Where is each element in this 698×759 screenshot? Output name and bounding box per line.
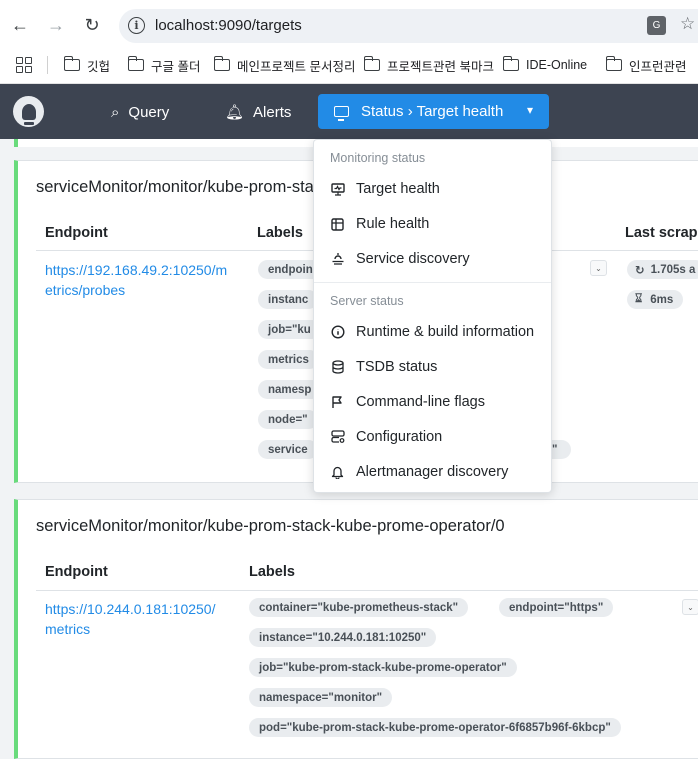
expand-labels-button[interactable]: ⌄ (682, 599, 698, 615)
site-info-icon[interactable]: i (128, 17, 145, 34)
back-arrow-icon[interactable]: ← (9, 14, 31, 36)
menu-item-configuration[interactable]: Configuration (314, 422, 551, 452)
table-icon (330, 217, 345, 232)
info-circle-icon (330, 325, 345, 340)
label-badge: metrics (258, 350, 319, 369)
label-badge: namesp (258, 380, 322, 399)
folder-icon (127, 56, 144, 71)
target-pool-title[interactable]: serviceMonitor/monitor/kube-prom-sta (36, 178, 314, 197)
endpoint-column-header: Endpoint (45, 564, 108, 580)
label-badge: service (258, 440, 318, 459)
target-pool-card: serviceMonitor/monitor/kube-prom-stack-k… (14, 499, 698, 759)
menu-item-command-line-flags[interactable]: Command-line flags (314, 387, 551, 417)
bookmark-item[interactable]: 깃헙 (63, 55, 110, 75)
reload-icon[interactable]: ↻ (81, 14, 103, 36)
endpoint-column-header: Endpoint (45, 225, 108, 241)
nav-query[interactable]: ⌕ Query (111, 101, 169, 123)
bookmark-item[interactable]: IDE-Online (502, 55, 587, 75)
bookmark-item[interactable]: 메인프로젝트 문서정리 (213, 55, 355, 75)
table-divider (36, 590, 698, 591)
label-badge: job="kube-prom-stack-kube-prome-operator… (249, 658, 517, 677)
nav-alerts[interactable]: 🔔︎ Alerts (225, 101, 291, 123)
service-discovery-icon (330, 252, 345, 267)
prometheus-logo-icon[interactable] (13, 96, 44, 127)
endpoint-link[interactable]: https://10.244.0.181:10250/ metrics (45, 599, 215, 639)
flag-icon (330, 395, 345, 410)
target-pool-title[interactable]: serviceMonitor/monitor/kube-prom-stack-k… (36, 517, 505, 536)
label-badge: job="ku (258, 320, 321, 339)
url-text[interactable]: localhost:9090/targets (155, 17, 302, 34)
label-badge: container="kube-prometheus-stack" (249, 598, 469, 617)
folder-icon (502, 56, 519, 71)
labels-column-header: Labels (249, 564, 295, 580)
endpoint-link[interactable]: https://192.168.49.2:10250/m etrics/prob… (45, 260, 227, 300)
database-icon (330, 360, 345, 375)
status-dropdown-menu: Monitoring status Target health Rule hea… (313, 139, 552, 493)
menu-item-alertmanager-discovery[interactable]: Alertmanager discovery (314, 457, 551, 487)
label-badge: pod="kube-prom-stack-kube-prome-operator… (249, 718, 621, 737)
folder-icon (363, 56, 380, 71)
menu-item-tsdb-status[interactable]: TSDB status (314, 352, 551, 382)
address-bar[interactable]: i localhost:9090/targets G ☆ (119, 9, 698, 43)
folder-icon (63, 56, 80, 71)
last-scrape-badge: ↻ 1.705s a (627, 260, 698, 279)
menu-divider (314, 282, 551, 283)
bookmark-item[interactable]: 프로젝트관련 북마크 (363, 55, 494, 75)
scrape-duration-badge: ⌛︎ 6ms (627, 290, 684, 309)
forward-arrow-icon[interactable]: → (45, 14, 67, 36)
menu-item-rule-health[interactable]: Rule health (314, 209, 551, 239)
bookmark-item[interactable]: 구글 폴더 (127, 55, 200, 75)
apps-grid-icon[interactable] (16, 57, 32, 73)
menu-item-target-health[interactable]: Target health (314, 174, 551, 204)
folder-icon (213, 56, 230, 71)
last-scrape-column-header: Last scrape (625, 225, 698, 241)
menu-item-service-discovery[interactable]: Service discovery (314, 244, 551, 274)
translate-icon[interactable]: G (647, 16, 666, 35)
search-icon: ⌕ (111, 103, 120, 121)
bookmarks-bar: 깃헙 구글 폴더 메인프로젝트 문서정리 프로젝트관련 북마크 IDE-Onli… (0, 50, 698, 84)
label-badge: namespace="monitor" (249, 688, 393, 707)
server-cog-icon (330, 430, 345, 445)
status-menu-button[interactable]: Status › Target health ▾ (318, 94, 549, 129)
hourglass-icon: ⌛︎ (635, 293, 643, 305)
status-button-label: Status › Target health (361, 103, 504, 120)
monitor-icon (330, 182, 345, 197)
monitoring-status-section: Monitoring status (330, 151, 426, 165)
browser-toolbar: ← → ↻ i localhost:9090/targets G ☆ (0, 0, 698, 50)
label-badge: node=" (258, 410, 318, 429)
bookmark-item[interactable]: 인프런관련 (605, 55, 687, 75)
server-status-section: Server status (330, 294, 404, 308)
label-badge: endpoint="https" (499, 598, 614, 617)
refresh-icon: ↻ (635, 264, 645, 277)
folder-icon (605, 56, 622, 71)
label-badge: instanc (258, 290, 319, 309)
chevron-down-icon: ▾ (526, 103, 533, 117)
prometheus-header: ⌕ Query 🔔︎ Alerts Status › Target health… (0, 84, 698, 139)
bookmark-star-icon[interactable]: ☆ (680, 14, 695, 34)
monitor-icon (334, 106, 349, 121)
labels-column-header: Labels (257, 225, 303, 241)
bell-icon (330, 465, 345, 480)
bookmarks-separator (47, 56, 48, 74)
expand-labels-button[interactable]: ⌄ (590, 260, 607, 276)
menu-item-runtime-build-info[interactable]: Runtime & build information (314, 317, 551, 347)
bell-icon: 🔔︎ (225, 104, 245, 121)
label-badge: instance="10.244.0.181:10250" (249, 628, 437, 647)
